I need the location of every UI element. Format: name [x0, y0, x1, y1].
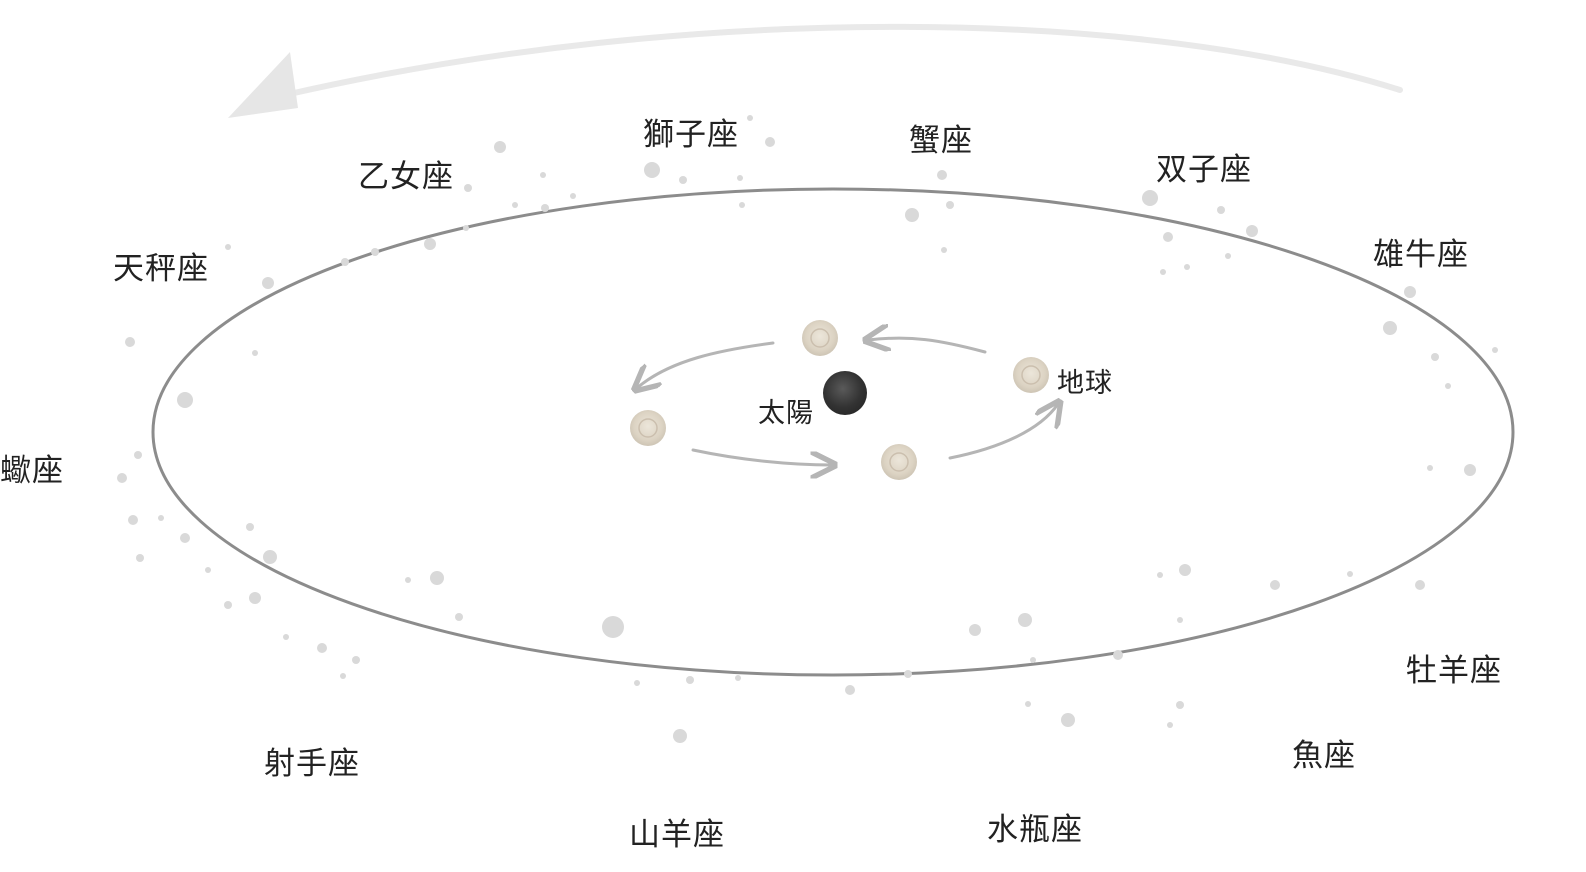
label-aquarius: 水瓶座 — [987, 812, 1083, 848]
label-sun: 太陽 — [758, 398, 814, 429]
label-libra: 天秤座 — [113, 251, 209, 287]
earth-icon — [881, 444, 917, 480]
label-capricorn: 山羊座 — [629, 817, 725, 853]
label-taurus: 雄牛座 — [1373, 237, 1469, 273]
label-pisces: 魚座 — [1292, 738, 1356, 774]
star-specks — [117, 115, 1498, 743]
label-earth: 地球 — [1057, 368, 1113, 399]
label-aries: 牡羊座 — [1406, 653, 1502, 689]
earth-icon — [802, 320, 838, 356]
zodiac-belt-ellipse — [151, 187, 1515, 677]
big-orbit-arrow-icon — [228, 23, 1403, 118]
label-virgo: 乙女座 — [358, 159, 454, 195]
earth-icon — [1013, 357, 1049, 393]
label-cancer: 蟹座 — [909, 123, 973, 159]
label-gemini: 双子座 — [1156, 152, 1252, 188]
label-leo: 獅子座 — [643, 117, 739, 153]
earth-icon — [630, 410, 666, 446]
label-scorpio: 蠍座 — [0, 453, 64, 489]
sun-icon — [823, 371, 867, 415]
label-sagittarius: 射手座 — [264, 746, 360, 782]
